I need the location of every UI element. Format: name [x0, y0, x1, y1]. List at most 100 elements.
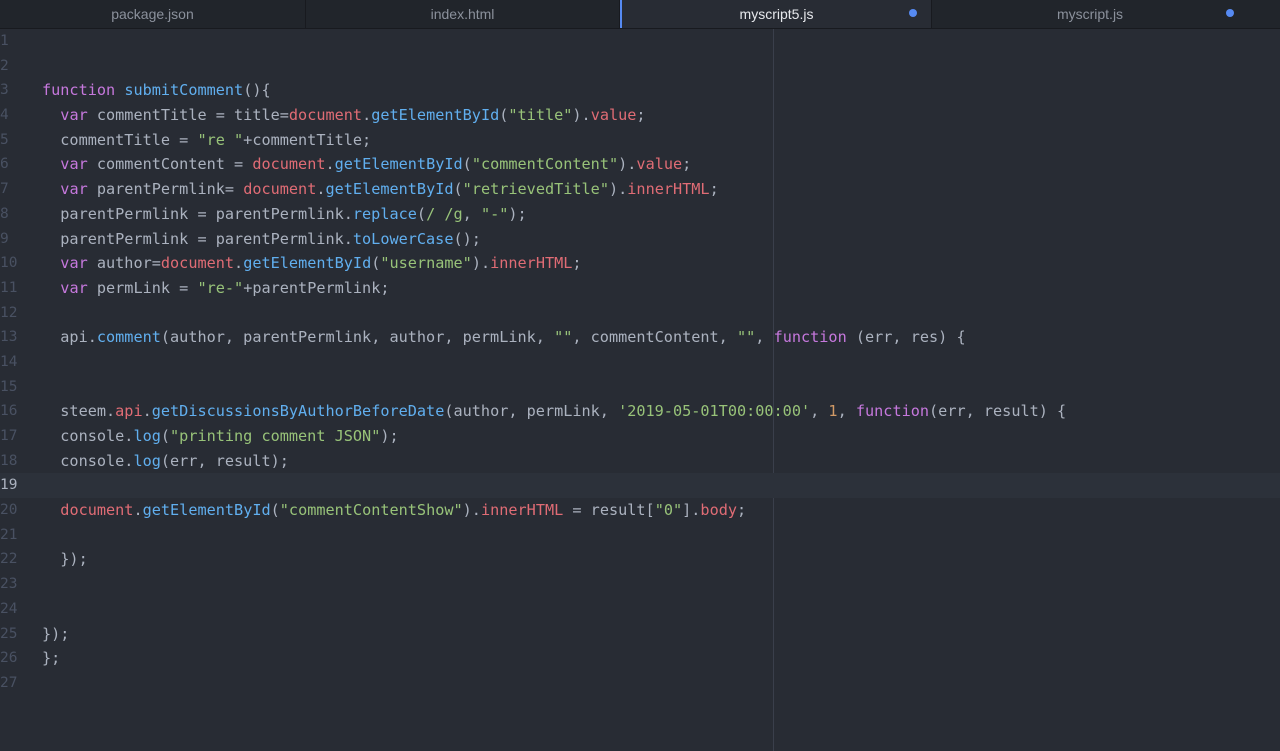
line-number: 14 [0, 353, 18, 370]
code-line[interactable]: 10 var author=document.getElementById("u… [0, 251, 1280, 276]
code-token: 1 [828, 402, 838, 421]
code-token: +parentPermlink; [243, 278, 390, 297]
code-line[interactable]: 19 [0, 473, 1280, 499]
tab-myscript-js[interactable]: myscript.js [932, 0, 1248, 28]
line-number: 11 [0, 279, 18, 296]
tab-label: package.json [111, 6, 194, 22]
tab-index-html[interactable]: index.html [306, 0, 620, 28]
code-token: innerHTML [480, 501, 564, 520]
line-number: 27 [0, 674, 18, 691]
tab-myscript5-js[interactable]: myscript5.js [620, 0, 932, 28]
line-number: 3 [0, 82, 9, 99]
code-line[interactable]: 1 [0, 29, 1280, 54]
code-line[interactable]: 8 parentPermlink = parentPermlink.replac… [0, 202, 1280, 227]
code-editor[interactable]: 1 2 3 function submitComment(){4 var commen… [0, 29, 1280, 751]
code-token: ( [270, 501, 280, 520]
code-text: function submitComment(){ [42, 78, 271, 103]
code-token: , [462, 204, 481, 223]
code-text: var commentTitle = title=document.getEle… [42, 103, 645, 128]
code-token: var [60, 106, 88, 125]
code-token: . [133, 501, 143, 520]
code-line[interactable]: 15 [0, 375, 1280, 400]
code-token: ( [462, 155, 472, 174]
code-token: "0" [654, 501, 683, 520]
line-number: 21 [0, 526, 18, 543]
code-token: getElementById [142, 501, 271, 520]
code-lines[interactable]: 1 2 3 function submitComment(){4 var commen… [0, 29, 1280, 696]
code-line[interactable]: 25}); [0, 622, 1280, 647]
code-line[interactable]: 20 document.getElementById("commentConte… [0, 498, 1280, 523]
code-line[interactable]: 9 parentPermlink = parentPermlink.toLowe… [0, 227, 1280, 252]
code-line[interactable]: 26}; [0, 646, 1280, 671]
code-token: document [243, 180, 317, 199]
code-token: parentPermlink = parentPermlink. [42, 229, 353, 248]
code-token: (err, res) { [846, 328, 966, 347]
code-line[interactable]: 21 [0, 523, 1280, 548]
code-token: innerHTML [490, 254, 573, 273]
code-token: steem. [42, 402, 116, 421]
code-line[interactable]: 7 var parentPermlink= document.getElemen… [0, 177, 1280, 202]
code-token: . [316, 180, 326, 199]
code-line[interactable]: 11 var permLink = "re-"+parentPermlink; [0, 276, 1280, 301]
line-number: 6 [0, 156, 9, 173]
code-token: function [855, 402, 930, 421]
line-number: 13 [0, 329, 18, 346]
code-token: document [160, 254, 235, 273]
code-line[interactable]: 17 console.log("printing comment JSON"); [0, 424, 1280, 449]
code-line[interactable]: 27 [0, 671, 1280, 696]
code-text: var parentPermlink= document.getElementB… [42, 177, 718, 202]
code-token: api. [42, 328, 97, 347]
line-number: 26 [0, 650, 18, 667]
code-line[interactable]: 3 function submitComment(){ [0, 78, 1280, 103]
code-line[interactable]: 18 console.log(err, result); [0, 449, 1280, 474]
code-token: ( [453, 180, 463, 199]
code-token: "re " [197, 130, 244, 149]
code-token: "username" [380, 254, 472, 273]
code-token: ( [416, 204, 427, 223]
code-token: ; [682, 155, 692, 174]
code-line[interactable]: 22 }); [0, 547, 1280, 572]
code-line[interactable]: 13 api.comment(author, parentPermlink, a… [0, 325, 1280, 350]
code-token: var [60, 155, 88, 174]
code-token: ). [608, 180, 628, 199]
code-line[interactable]: 24 [0, 597, 1280, 622]
code-token: console. [42, 451, 134, 470]
code-token: '2019-05-01T00:00:00' [618, 402, 811, 421]
code-token: document [288, 106, 363, 125]
code-token: (err, result) { [929, 402, 1067, 421]
code-line[interactable]: 6 var commentContent = document.getEleme… [0, 152, 1280, 177]
code-token: commentTitle = [42, 130, 198, 149]
code-token: getElementById [334, 155, 463, 174]
code-token: ). [471, 254, 491, 273]
code-line[interactable]: 5 commentTitle = "re "+commentTitle; [0, 128, 1280, 153]
code-token: (){ [243, 81, 271, 100]
code-token: = result[ [563, 501, 655, 520]
code-token: (); [453, 229, 481, 248]
tab-package-json[interactable]: package.json [0, 0, 306, 28]
code-line[interactable]: 14 [0, 350, 1280, 375]
code-token: ; [572, 254, 582, 273]
line-number: 10 [0, 255, 18, 272]
code-line[interactable]: 16 steem.api.getDiscussionsByAuthorBefor… [0, 399, 1280, 424]
code-token: (err, result); [160, 451, 289, 470]
code-token: toLowerCase [352, 229, 454, 248]
line-number: 15 [0, 378, 18, 395]
line-number: 2 [0, 57, 9, 74]
code-token: var [60, 278, 88, 297]
code-text: document.getElementById("commentContentS… [42, 498, 746, 523]
line-number: 4 [0, 107, 9, 124]
code-line[interactable]: 4 var commentTitle = title=document.getE… [0, 103, 1280, 128]
code-line[interactable]: 2 [0, 54, 1280, 79]
code-line[interactable]: 12 [0, 301, 1280, 326]
line-number: 22 [0, 551, 18, 568]
code-token: ). [618, 155, 637, 174]
code-token: value [590, 106, 637, 125]
line-number: 25 [0, 625, 18, 642]
code-token: "commentContentShow" [279, 501, 463, 520]
code-line[interactable]: 23 [0, 572, 1280, 597]
code-token: (author, parentPermlink, author, permLin… [160, 328, 555, 347]
code-token: , [755, 328, 774, 347]
